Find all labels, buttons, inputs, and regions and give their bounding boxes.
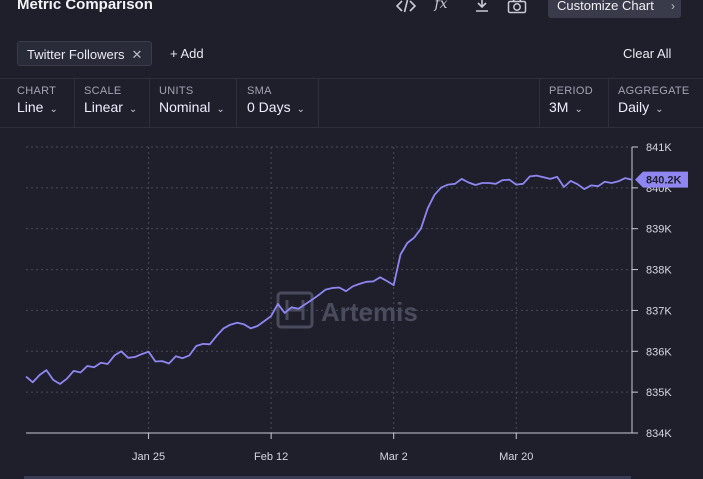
watermark-text: Artemis <box>321 297 418 327</box>
customize-chart-button[interactable]: Customize Chart › <box>548 0 681 18</box>
y-tick-label: 841K <box>646 142 672 154</box>
aggregate-label: AGGREGATE <box>618 85 690 97</box>
scale-value: Linear <box>84 99 123 115</box>
aggregate-value: Daily <box>618 99 650 115</box>
units-select[interactable]: UNITS Nominal ⌄ <box>159 85 225 115</box>
units-label: UNITS <box>159 85 194 97</box>
chevron-down-icon: ⌄ <box>655 104 664 115</box>
chart-type-label: CHART <box>17 85 57 97</box>
watermark: Artemis <box>276 291 418 329</box>
sma-label: SMA <box>247 85 272 97</box>
metric-tag-row: Twitter Followers ✕ + Add Clear All <box>0 30 703 79</box>
series-line-twitter-followers <box>25 174 633 385</box>
x-tick-label: Mar 2 <box>380 451 408 463</box>
chevron-down-icon: ⌄ <box>128 104 138 115</box>
units-value: Nominal <box>159 99 211 115</box>
x-tick-label: Jan 25 <box>132 451 165 463</box>
chart-type-value: Line <box>17 99 44 115</box>
chevron-down-icon: ⌄ <box>216 104 225 115</box>
clear-all-button[interactable]: Clear All <box>623 46 671 61</box>
chart-type-select[interactable]: CHART Line ⌄ <box>17 85 58 115</box>
scale-select[interactable]: SCALE Linear ⌄ <box>84 85 137 115</box>
y-tick-label: 839K <box>646 224 672 236</box>
function-icon[interactable]: fx <box>430 0 452 16</box>
sma-select[interactable]: SMA 0 Days ⌄ <box>247 85 305 115</box>
y-tick-label: 835K <box>646 387 672 399</box>
y-tick-label: 834K <box>646 428 672 440</box>
close-icon[interactable]: ✕ <box>132 47 143 62</box>
chevron-right-icon: › <box>671 0 675 13</box>
download-icon[interactable] <box>471 0 493 18</box>
header-bar: Metric Comparison fx Customize Chart › <box>0 0 703 30</box>
x-tick-label: Mar 20 <box>499 451 533 463</box>
y-tick-label: 837K <box>646 305 672 317</box>
sma-value: 0 Days <box>247 99 291 115</box>
period-value: 3M <box>549 99 569 115</box>
page-title: Metric Comparison <box>17 0 153 13</box>
scale-label: SCALE <box>84 85 122 97</box>
metric-tag[interactable]: Twitter Followers ✕ <box>17 41 153 66</box>
chevron-down-icon: ⌄ <box>49 104 58 115</box>
line-chart[interactable]: Artemis 834K835K836K837K838K839K840K841K… <box>0 127 703 479</box>
period-select[interactable]: PERIOD 3M ⌄ <box>549 85 593 115</box>
chevron-down-icon: ⌄ <box>296 104 305 115</box>
code-icon[interactable] <box>395 0 417 18</box>
chevron-down-icon: ⌄ <box>574 104 583 115</box>
add-metric-button[interactable]: + Add <box>170 46 204 61</box>
aggregate-select[interactable]: AGGREGATE Daily ⌄ <box>618 85 690 115</box>
camera-icon[interactable] <box>506 0 528 18</box>
chart-controls: CHART Line ⌄ SCALE Linear ⌄ UNITS Nominal ⌄… <box>0 79 703 128</box>
metric-tag-label: Twitter Followers <box>27 47 125 62</box>
y-tick-label: 838K <box>646 265 672 277</box>
x-tick-label: Feb 12 <box>254 451 288 463</box>
last-value-label: 840.2K <box>646 175 682 187</box>
period-label: PERIOD <box>549 85 593 97</box>
customize-chart-label: Customize Chart <box>557 0 654 13</box>
y-tick-label: 836K <box>646 346 672 358</box>
